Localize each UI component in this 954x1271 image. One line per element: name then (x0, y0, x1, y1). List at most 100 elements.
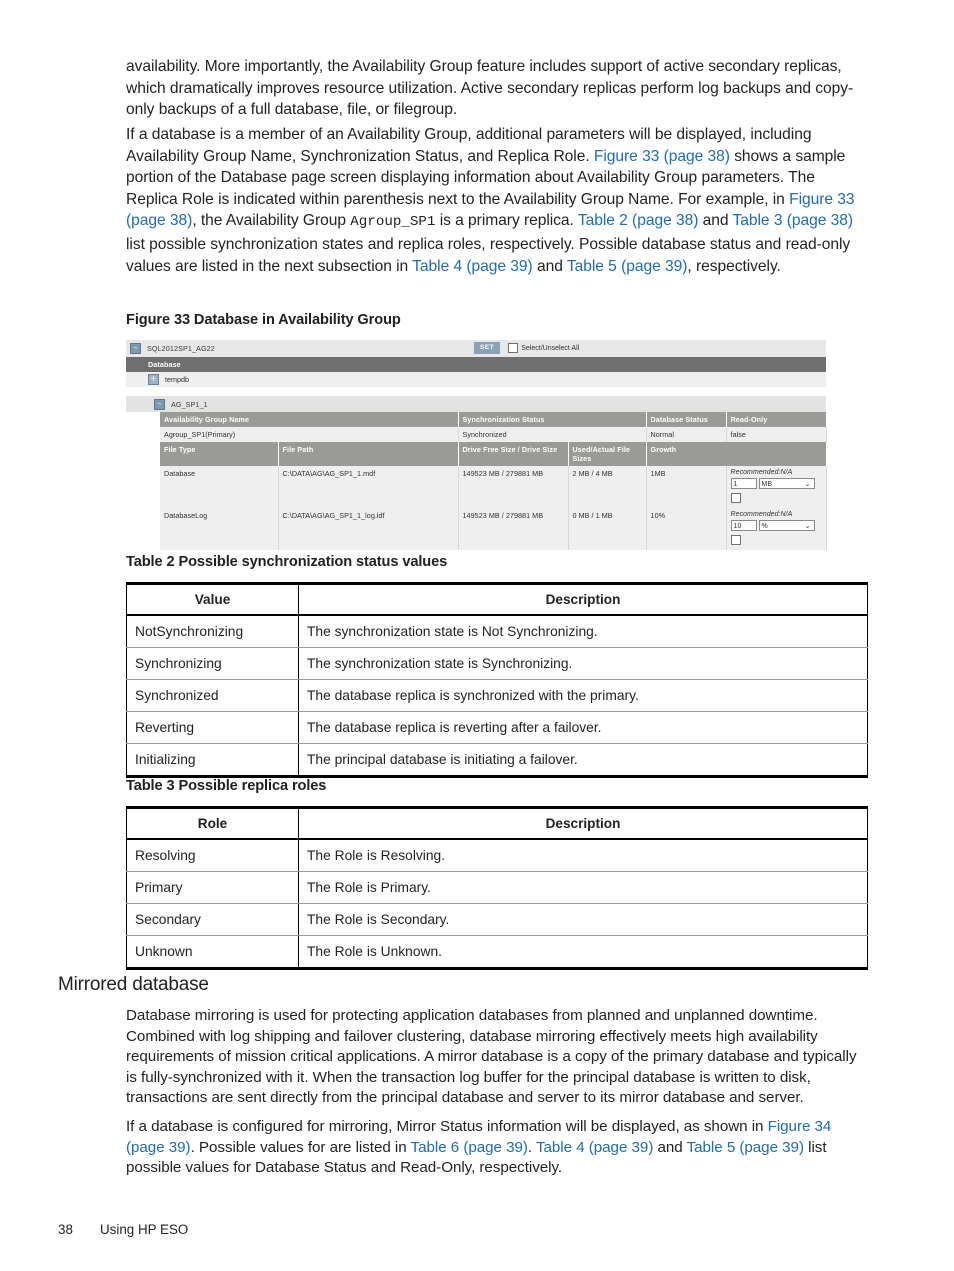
database-name-label: tempdb (165, 375, 189, 384)
text-run: and (532, 257, 567, 275)
col-database-status: Database Status (646, 412, 727, 427)
growth-amount-input[interactable]: 1 (730, 478, 757, 489)
growth-unit-select[interactable]: MB ⌄ (758, 478, 815, 489)
table-3-description: The Role is Resolving. (298, 839, 868, 872)
growth-value-cell: 1MB (646, 466, 727, 508)
link-table-4[interactable]: Table 4 (page 39) (412, 258, 533, 275)
table-2-header-row: Value Description (126, 582, 868, 616)
growth-editor-cell: Recommended:N/A 1 MB ⌄ (726, 466, 827, 508)
value-availability-group-name: Agroup_SP1(Primary) (160, 427, 459, 442)
col-read-only: Read-Only (726, 412, 827, 427)
value-database-status: Normal (646, 427, 727, 442)
link-table-5[interactable]: Table 5 (page 39) (567, 258, 688, 275)
col-file-type: File Type (160, 442, 279, 466)
file-row: DatabaseLog C:\DATA\AG\AG_SP1_1_log.ldf … (160, 508, 827, 550)
expand-icon[interactable]: + (148, 374, 159, 385)
collapse-icon[interactable]: – (130, 343, 141, 354)
table-2-description: The synchronization state is Synchronizi… (298, 647, 868, 680)
table-row: NotSynchronizing The synchronization sta… (126, 615, 868, 648)
text-run: and (698, 212, 733, 230)
table-row: Synchronized The database replica is syn… (126, 679, 868, 712)
growth-control-group: 1 MB ⌄ (730, 478, 822, 489)
growth-unit-select[interactable]: % ⌄ (758, 520, 815, 531)
col-availability-group-name: Availability Group Name (160, 412, 459, 427)
paragraph-mirror-status: If a database is configured for mirrorin… (126, 1117, 868, 1179)
col-drive-free-size: Drive Free Size / Drive Size (458, 442, 569, 466)
text-run: . (527, 1138, 536, 1156)
figure-33-screenshot: – SQL2012SP1_AG22 SET Select/Unselect Al… (126, 340, 827, 550)
page-footer: 38 Using HP ESO (58, 1222, 188, 1237)
database-row-tempdb[interactable]: + tempdb (126, 372, 826, 387)
text-run: and (653, 1138, 687, 1156)
figure-spacer (126, 387, 826, 396)
select-all-label: Select/Unselect All (521, 344, 580, 352)
file-header-row: File Type File Path Drive Free Size / Dr… (160, 442, 827, 466)
availability-group-paragraph-block: If a database is a member of an Availabi… (126, 124, 868, 285)
table-2-value: Synchronizing (126, 647, 299, 680)
growth-editor-cell: Recommended:N/A 10 % ⌄ (726, 508, 827, 550)
growth-unit-value: % (761, 523, 768, 530)
used-size-cell: 0 MB / 1 MB (568, 508, 647, 550)
drive-size-cell: 149523 MB / 279881 MB (458, 508, 569, 550)
table-3-role: Unknown (126, 935, 299, 970)
row-select-checkbox[interactable] (730, 535, 741, 545)
text-run: , the Availability Group (192, 212, 351, 230)
value-synchronization-status: Synchronized (458, 427, 647, 442)
table-2-value: NotSynchronizing (126, 615, 299, 648)
table-3: Role Description Resolving The Role is R… (126, 806, 868, 970)
ag-header-row: Availability Group Name Synchronization … (160, 412, 827, 427)
table-3-col-role: Role (126, 806, 299, 840)
server-name-label: SQL2012SP1_AG22 (147, 344, 215, 353)
recommended-label: Recommended:N/A (730, 469, 793, 476)
table-2-value: Synchronized (126, 679, 299, 712)
col-synchronization-status: Synchronization Status (458, 412, 647, 427)
link-figure-33-a[interactable]: Figure 33 (page 38) (594, 148, 730, 165)
value-read-only: false (726, 427, 827, 442)
paragraph-availability-group: If a database is a member of an Availabi… (126, 124, 868, 277)
database-column-header: Database (126, 357, 826, 372)
col-growth: Growth (646, 442, 827, 466)
mirrored-database-heading-block: Mirrored database (58, 974, 868, 996)
growth-value-cell: 10% (646, 508, 727, 550)
table-2-col-value: Value (126, 582, 299, 616)
table-3-role: Secondary (126, 903, 299, 936)
table-3-description: The Role is Unknown. (298, 935, 868, 970)
link-table-5-b[interactable]: Table 5 (page 39) (687, 1139, 804, 1156)
growth-control-group: 10 % ⌄ (730, 520, 822, 531)
recommended-label: Recommended:N/A (730, 511, 793, 518)
table-2: Value Description NotSynchronizing The s… (126, 582, 868, 778)
ag-collapse-icon[interactable]: – (154, 398, 165, 410)
set-button[interactable]: SET (474, 342, 501, 354)
table-3-block: Table 3 Possible replica roles Role Desc… (126, 778, 868, 970)
link-table-2[interactable]: Table 2 (page 38) (578, 212, 699, 229)
drive-size-cell: 149523 MB / 279881 MB (458, 466, 569, 508)
server-node-row[interactable]: – SQL2012SP1_AG22 SET Select/Unselect Al… (126, 340, 826, 357)
table-3-role: Primary (126, 871, 299, 904)
table-row: Resolving The Role is Resolving. (126, 839, 868, 872)
table-row: Primary The Role is Primary. (126, 871, 868, 904)
file-type-cell: Database (160, 466, 279, 508)
growth-amount-input[interactable]: 10 (730, 520, 757, 531)
file-path-cell: C:\DATA\AG\AG_SP1_1_log.ldf (278, 508, 459, 550)
ag-value-row: Agroup_SP1(Primary) Synchronized Normal … (160, 427, 827, 442)
table-row: Secondary The Role is Secondary. (126, 903, 868, 936)
chevron-down-icon: ⌄ (804, 481, 811, 488)
ag-node-row[interactable]: – AG_SP1_1 (126, 396, 826, 412)
figure-33-caption: Figure 33 Database in Availability Group (126, 312, 401, 328)
link-table-4-b[interactable]: Table 4 (page 39) (536, 1139, 653, 1156)
table-3-col-description: Description (298, 806, 868, 840)
table-2-description: The principal database is initiating a f… (298, 743, 868, 778)
table-row: Synchronizing The synchronization state … (126, 647, 868, 680)
select-all-checkbox[interactable] (508, 343, 519, 353)
link-table-6[interactable]: Table 6 (page 39) (411, 1139, 528, 1156)
table-2-value: Initializing (126, 743, 299, 778)
intro-paragraph-block: availability. More importantly, the Avai… (126, 56, 868, 129)
table-row: Unknown The Role is Unknown. (126, 935, 868, 970)
section-heading-mirrored-database: Mirrored database (58, 974, 209, 995)
link-table-3[interactable]: Table 3 (page 38) (733, 212, 854, 229)
table-row: Reverting The database replica is revert… (126, 711, 868, 744)
table-2-description: The database replica is synchronized wit… (298, 679, 868, 712)
footer-chapter-label: Using HP ESO (100, 1222, 189, 1237)
ag-node-label: AG_SP1_1 (171, 399, 208, 409)
row-select-checkbox[interactable] (730, 493, 741, 503)
